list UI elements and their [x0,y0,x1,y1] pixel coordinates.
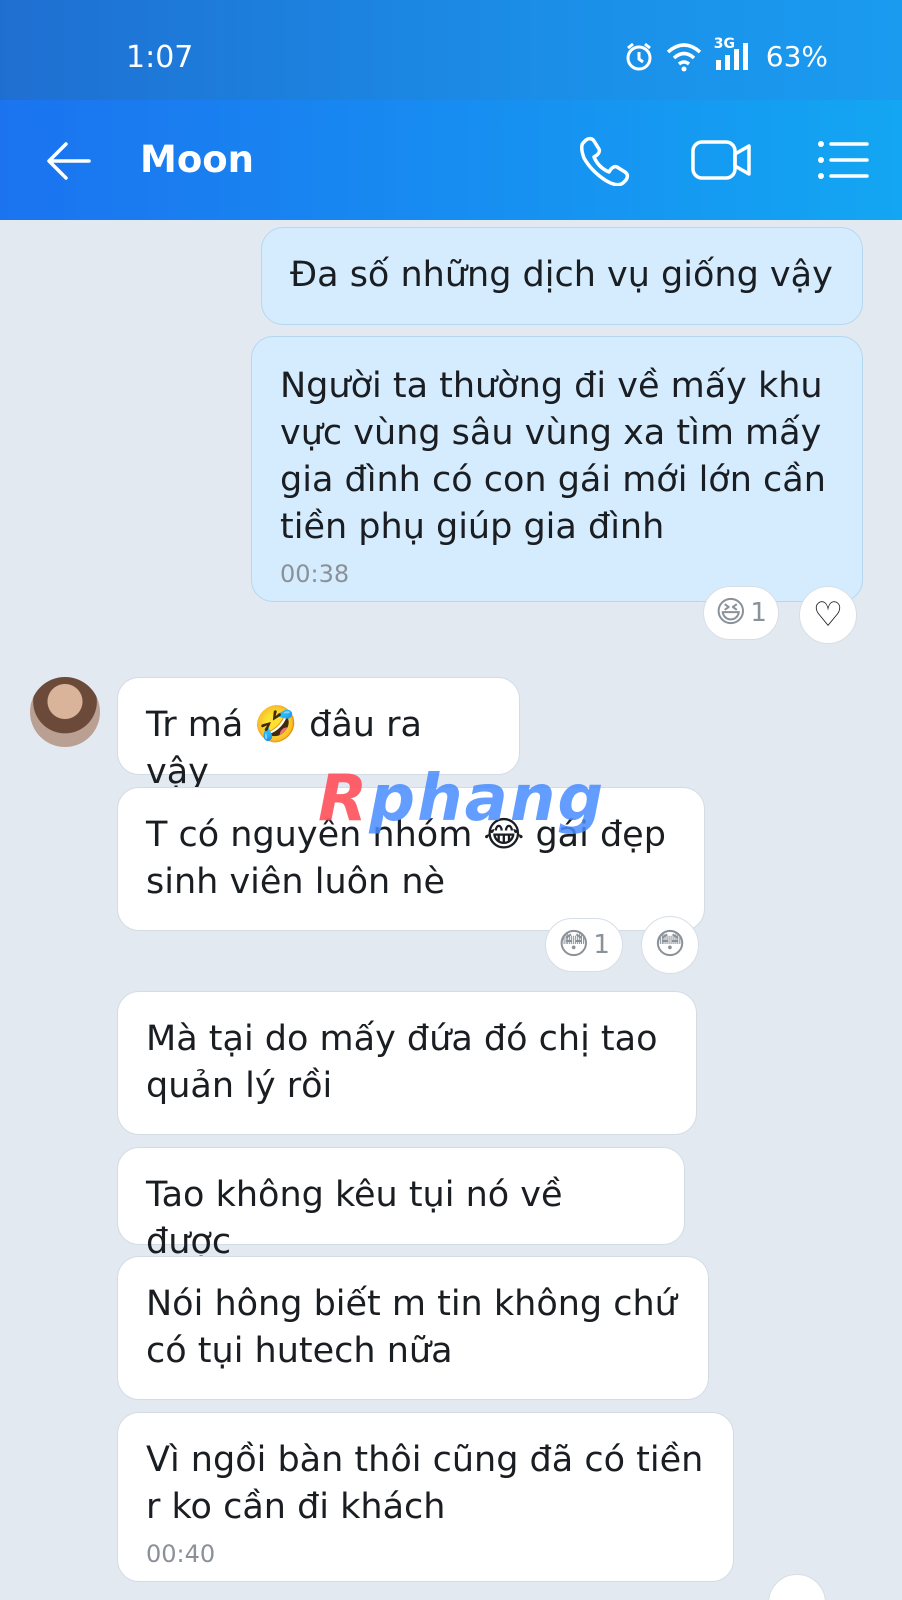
status-bar: 1:07 3G 63% [0,0,902,100]
heart-react-button[interactable] [768,1574,826,1600]
chat-header: Moon [0,100,902,220]
flushed-emoji-icon: 😳 [654,927,686,962]
message-bubble-received[interactable]: Mà tại do mấy đứa đó chị tao quản lý rồi [117,991,697,1135]
message-bubble-received[interactable]: Tao không kêu tụi nó về được [117,1147,685,1262]
message-time: 00:38 [280,560,350,588]
message-line: vực vùng sâu vùng xa tìm mấy [280,413,822,453]
message-bubble-received[interactable]: Vì ngồi bàn thôi cũng đã có tiền r ko cầ… [117,1412,734,1582]
message-line: tiền phụ giúp gia đình [280,507,665,547]
network-type: 3G [713,35,735,52]
message-bubble-received[interactable]: Nói hông biết m tin không chứ có tụi hut… [117,1256,709,1400]
message-text: Đa số những dịch vụ giống vậy [290,255,833,295]
message-line: gia đình có con gái mới lớn cần [280,460,826,500]
laughing-emoji-icon: 😆 [715,595,747,630]
status-icons: 3G 63% [624,36,828,73]
message-line: r ko cần đi khách [146,1487,446,1527]
back-arrow-icon[interactable] [44,136,94,186]
battery-level: 63% [765,40,828,73]
heart-icon: ♡ [812,595,844,635]
message-line: Vì ngồi bàn thôi cũng đã có tiền [146,1440,704,1480]
message-bubble-sent[interactable]: Đa số những dịch vụ giống vậy [261,227,863,325]
watermark-logo: Rphang [318,762,605,836]
message-line: quản lý rồi [146,1066,333,1106]
watermark-text: phang [369,762,606,836]
avatar[interactable] [30,677,100,747]
quick-react-button[interactable]: 😳 [641,916,699,974]
alarm-icon [624,42,654,72]
message-line: sinh viên luôn nè [146,862,446,902]
heart-react-button[interactable]: ♡ [799,586,857,644]
message-bubble-sent[interactable]: Người ta thường đi về mấy khu vực vùng s… [251,336,863,602]
menu-list-icon[interactable] [815,134,875,186]
message-line: có tụi hutech nữa [146,1331,453,1371]
video-camera-icon[interactable] [690,134,751,186]
flushed-emoji-icon: 😳 [558,927,590,962]
message-line: Nói hông biết m tin không chứ [146,1284,677,1324]
reaction-count: 1 [593,930,610,960]
reaction-count-badge[interactable]: 😆 1 [703,586,779,640]
signal-icon: 3G [714,36,754,72]
wifi-icon [666,42,702,72]
message-bubble-received[interactable]: Tr má 🤣 đâu ra vậy [117,677,520,792]
message-line: Mà tại do mấy đứa đó chị tao [146,1019,658,1059]
contact-name[interactable]: Moon [140,138,254,181]
message-line: Người ta thường đi về mấy khu [280,366,823,406]
reaction-count-badge[interactable]: 😳 1 [545,918,623,972]
watermark-initial: R [318,762,370,836]
phone-icon[interactable] [576,134,636,187]
message-time: 00:40 [146,1540,216,1568]
reaction-count: 1 [750,598,767,628]
message-text: Tao không kêu tụi nó về được [146,1175,563,1262]
status-time: 1:07 [126,40,194,75]
